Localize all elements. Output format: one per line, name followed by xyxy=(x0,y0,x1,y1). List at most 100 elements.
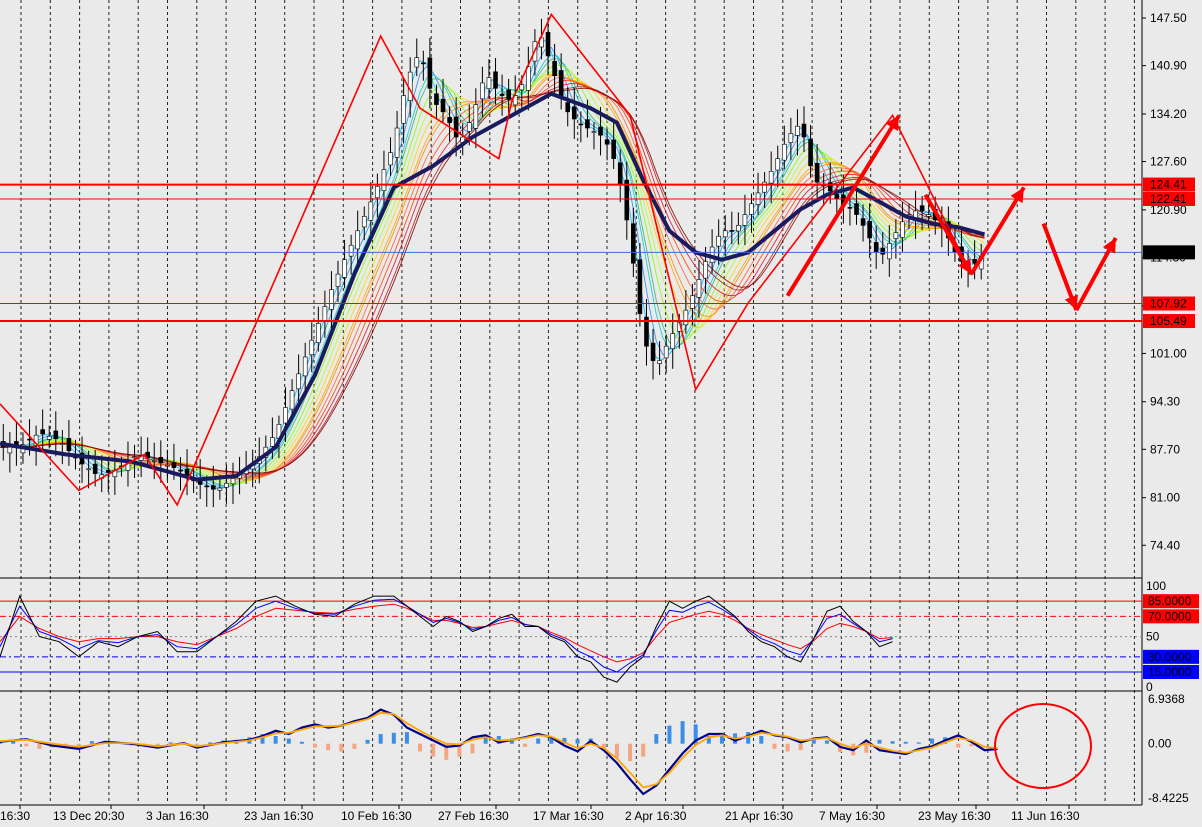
level-price-label: 122.41 xyxy=(1150,192,1187,206)
candle-body xyxy=(381,169,387,192)
candle-body xyxy=(171,462,177,468)
candle-body xyxy=(361,216,367,228)
candle-body xyxy=(427,57,433,89)
candle-body xyxy=(926,214,931,217)
macd-histogram-bar xyxy=(575,739,580,744)
rsi-level-label: 70.0000 xyxy=(1148,609,1192,623)
axis-tick-label: 134.20 xyxy=(1150,107,1187,121)
time-axis-label: 11 Jun 16:30 xyxy=(1011,809,1080,823)
candle-body xyxy=(663,345,669,359)
macd-histogram-bar xyxy=(641,743,646,757)
macd-histogram-bar xyxy=(785,743,790,752)
time-axis-label: 17 Mar 16:30 xyxy=(533,809,604,823)
candle-body xyxy=(204,485,210,488)
candle-body xyxy=(736,225,741,232)
axis-tick-label: 147.50 xyxy=(1150,11,1187,25)
macd-histogram-bar xyxy=(286,738,291,744)
macd-histogram-bar xyxy=(798,743,803,751)
candle-body xyxy=(368,201,374,221)
candle-body xyxy=(860,218,866,226)
candle-body xyxy=(53,430,59,440)
time-axis-label: 23 May 16:30 xyxy=(918,809,991,823)
macd-histogram-bar xyxy=(378,734,383,744)
candle-body xyxy=(414,57,420,68)
candle-body xyxy=(768,170,774,184)
current-price-label: 115.01 xyxy=(1150,245,1186,259)
macd-histogram-bar xyxy=(431,743,436,757)
candle-body xyxy=(230,478,236,485)
candle-body xyxy=(552,60,557,77)
time-axis-label: 7 May 16:30 xyxy=(819,809,885,823)
macd-histogram-bar xyxy=(824,740,829,744)
candle-body xyxy=(637,259,643,315)
candle-body xyxy=(598,126,603,136)
macd-histogram-bar xyxy=(326,743,331,751)
macd-histogram-bar xyxy=(404,732,409,744)
macd-histogram-bar xyxy=(614,743,619,758)
candle-body xyxy=(729,230,735,232)
candle-body xyxy=(348,244,354,257)
candle-body xyxy=(519,84,525,91)
candle-body xyxy=(158,457,164,464)
candle-body xyxy=(401,95,406,124)
candle-body xyxy=(289,390,295,410)
candle-body xyxy=(867,220,872,239)
candle-body xyxy=(703,261,708,279)
candle-body xyxy=(919,205,925,212)
candle-body xyxy=(801,123,807,138)
candle-body xyxy=(742,214,748,226)
candle-body xyxy=(578,123,584,126)
candle-body xyxy=(814,162,820,183)
candle-body xyxy=(355,230,360,250)
candle-body xyxy=(683,309,689,326)
candle-body xyxy=(585,119,590,129)
macd-histogram-bar xyxy=(391,732,396,744)
candle-body xyxy=(434,93,439,105)
axis-tick-label: 127.60 xyxy=(1150,155,1187,169)
macd-histogram-bar xyxy=(418,743,423,752)
time-axis-label: 3 Jan 16:30 xyxy=(146,809,209,823)
rsi-level-label: 15.0000 xyxy=(1148,665,1192,679)
candle-body xyxy=(788,133,794,143)
candle-body xyxy=(105,470,111,473)
candle-body xyxy=(329,289,334,310)
candle-body xyxy=(86,468,91,471)
axis-tick-label: 140.90 xyxy=(1150,59,1187,73)
candle-body xyxy=(873,242,879,253)
candle-body xyxy=(388,152,393,166)
time-axis-label: 2 Apr 16:30 xyxy=(625,809,687,823)
candle-body xyxy=(571,106,577,120)
candle-body xyxy=(604,139,610,145)
candle-body xyxy=(394,127,400,158)
candle-body xyxy=(526,66,531,91)
rsi-level-label: 30.0000 xyxy=(1148,650,1192,664)
candle-body xyxy=(880,247,886,255)
candle-body xyxy=(375,186,380,199)
candle-body xyxy=(447,117,452,123)
axis-tick-label: 101.00 xyxy=(1150,346,1187,360)
candle-body xyxy=(466,122,472,132)
candle-body xyxy=(631,223,636,264)
candle-body xyxy=(493,71,498,89)
candle-body xyxy=(657,360,662,364)
macd-histogram-bar xyxy=(208,742,213,744)
candle-body xyxy=(270,437,275,447)
candle-body xyxy=(421,62,426,65)
candle-body xyxy=(473,104,479,129)
macd-histogram-bar xyxy=(299,741,304,744)
candle-body xyxy=(217,487,223,491)
macd-axis-label: -8.4225 xyxy=(1148,791,1189,805)
macd-histogram-bar xyxy=(470,743,475,754)
level-price-label: 105.49 xyxy=(1150,314,1187,328)
candle-body xyxy=(624,179,630,221)
candle-body xyxy=(854,203,859,215)
candle-body xyxy=(302,356,308,377)
candle-body xyxy=(558,70,564,98)
candle-body xyxy=(211,485,216,490)
candle-body xyxy=(696,279,702,298)
macd-histogram-bar xyxy=(352,743,357,749)
rsi-axis-label: 50 xyxy=(1146,630,1160,644)
candle-body xyxy=(283,407,288,424)
candle-body xyxy=(440,98,446,113)
candle-body xyxy=(591,131,597,134)
